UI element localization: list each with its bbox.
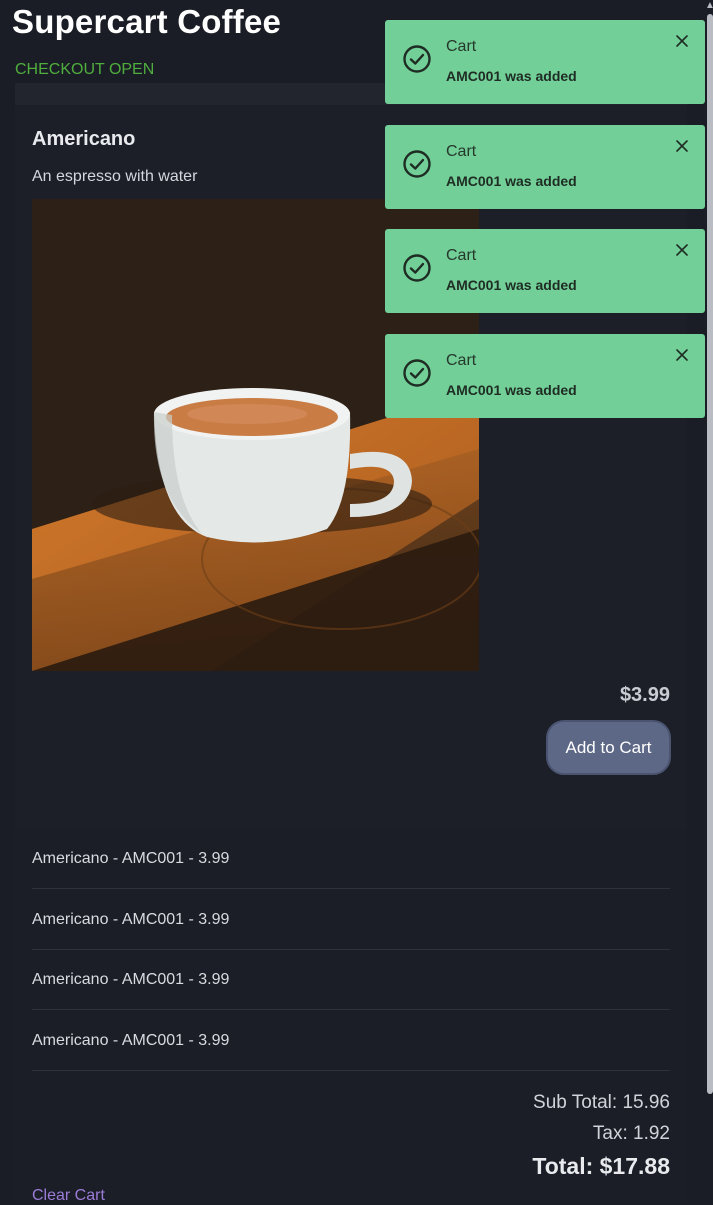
tax: Tax: 1.92 [592, 1123, 670, 1144]
check-circle-icon [403, 150, 431, 178]
subtotal: Sub Total: 15.96 [533, 1092, 670, 1113]
cart-item: Americano - AMC001 - 3.99 [32, 950, 670, 1010]
check-circle-icon [403, 359, 431, 387]
clear-cart-link[interactable]: Clear Cart [32, 1187, 105, 1205]
toast-title: Cart [446, 352, 477, 369]
toast-notification: Cart AMC001 was added [385, 334, 705, 418]
product-description: An espresso with water [32, 168, 198, 185]
cart-item: Americano - AMC001 - 3.99 [32, 829, 670, 889]
check-circle-icon [403, 45, 431, 73]
toast-message: AMC001 was added [446, 68, 577, 84]
close-icon[interactable] [675, 243, 689, 257]
toast-message: AMC001 was added [446, 173, 577, 189]
checkout-status: CHECKOUT OPEN [15, 61, 155, 78]
toast-title: Cart [446, 38, 477, 55]
toast-message: AMC001 was added [446, 382, 577, 398]
add-to-cart-button[interactable]: Add to Cart [546, 720, 671, 775]
toast-title: Cart [446, 247, 477, 264]
scrollbar[interactable] [707, 14, 713, 1094]
toast-message: AMC001 was added [446, 277, 577, 293]
close-icon[interactable] [675, 34, 689, 48]
scroll-up-arrow-icon[interactable]: ▲ [705, 0, 713, 12]
check-circle-icon [403, 254, 431, 282]
product-price: $3.99 [619, 684, 670, 706]
close-icon[interactable] [675, 348, 689, 362]
toast-title: Cart [446, 143, 477, 160]
cart-item: Americano - AMC001 - 3.99 [32, 1011, 670, 1071]
toast-notification: Cart AMC001 was added [385, 125, 705, 209]
close-icon[interactable] [675, 139, 689, 153]
toast-notification: Cart AMC001 was added [385, 229, 705, 313]
toast-notification: Cart AMC001 was added [385, 20, 705, 104]
cart-item: Americano - AMC001 - 3.99 [32, 890, 670, 950]
site-title: Supercart Coffee [12, 3, 282, 40]
grand-total: Total: $17.88 [532, 1153, 670, 1179]
product-name: Americano [32, 128, 136, 150]
